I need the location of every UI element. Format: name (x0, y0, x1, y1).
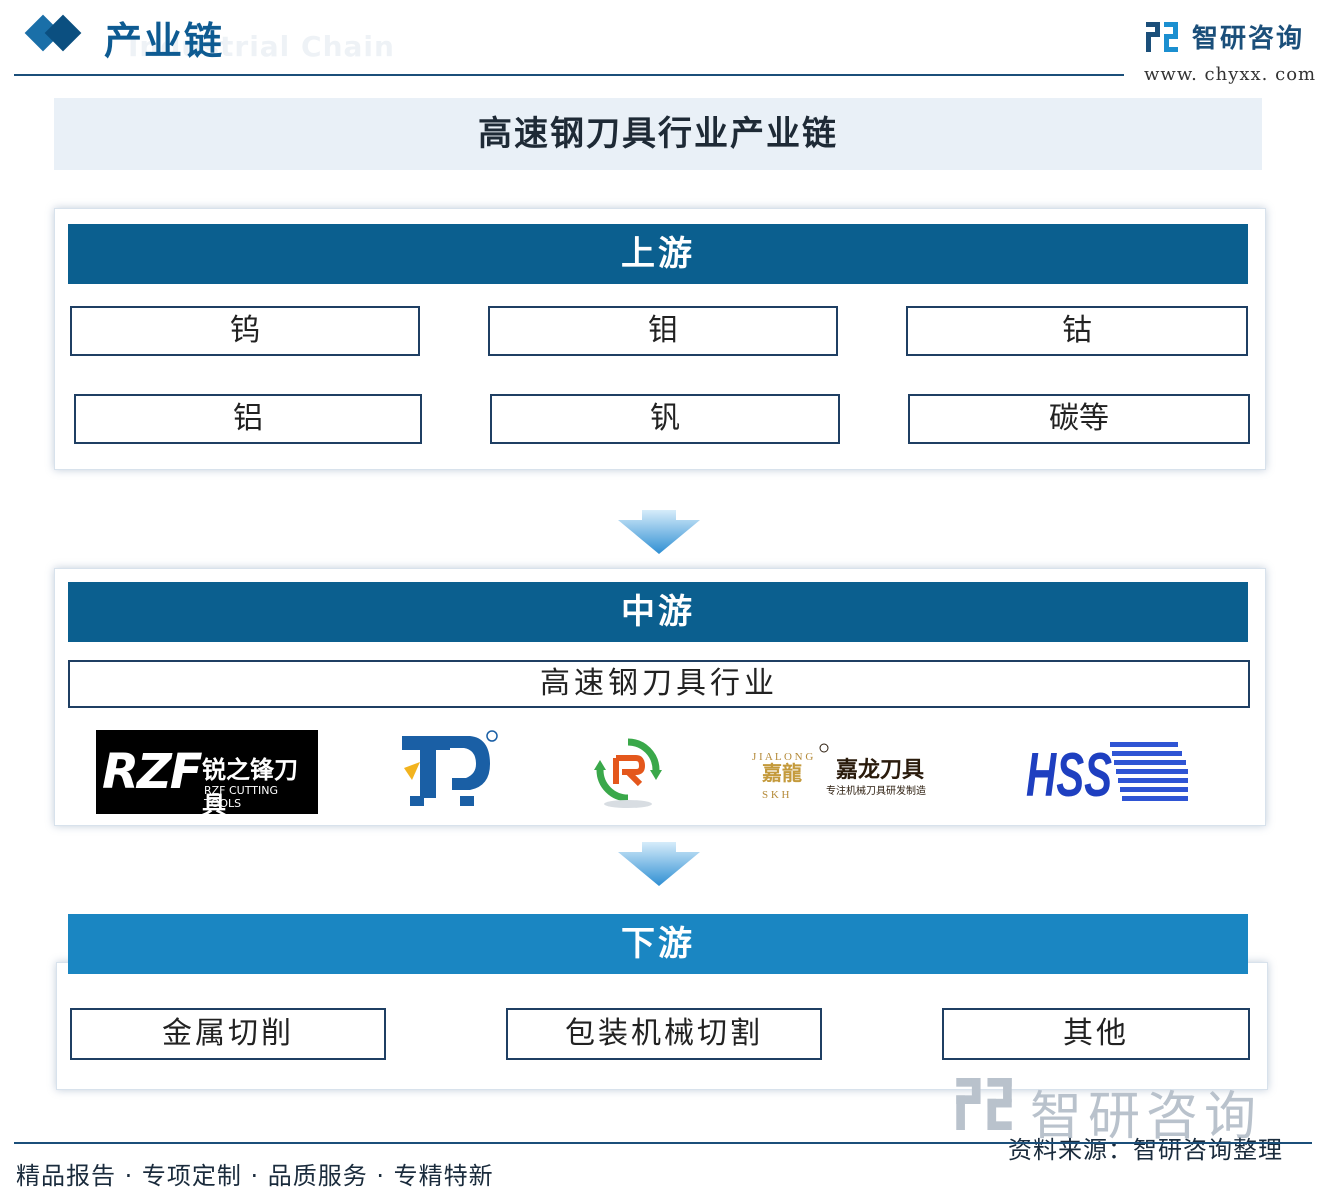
brand-name: 智研咨询 (1192, 24, 1305, 54)
downstream-band: 下游 (68, 914, 1248, 974)
diagram-title: 高速钢刀具行业产业链 (54, 98, 1262, 170)
jialong-logo-icon: J I A L O N G 嘉龍 S K H (752, 743, 829, 801)
footer-divider (14, 1142, 1312, 1144)
hss-logo-icon: HSS (1026, 741, 1188, 802)
downstream-item: 包装机械切割 (506, 1008, 822, 1060)
upstream-item: 钼 (488, 306, 838, 356)
brand-url[interactable]: www. chyxx. com (1144, 64, 1316, 85)
rzf-logo-text: RZF (102, 744, 203, 800)
upstream-item: 钴 (906, 306, 1248, 356)
downstream-item: 金属切削 (70, 1008, 386, 1060)
footer-slogan: 精品报告 · 专项定制 · 品质服务 · 专精特新 (16, 1162, 494, 1190)
hss-logo-text: HSS (1026, 741, 1112, 802)
svg-text:J I A L O N G: J I A L O N G (752, 751, 813, 763)
jindong-logo-icon (402, 730, 498, 806)
jialong-logo-subtext: 专注机械刀具研发制造 (826, 786, 926, 797)
midstream-industry: 高速钢刀具行业 (68, 660, 1250, 708)
down-arrow-icon (618, 510, 700, 554)
upstream-item: 铝 (74, 394, 422, 444)
source-note: 资料来源：智研咨询整理 (1008, 1136, 1283, 1164)
jialong-logo-text: 嘉龙刀具 (836, 758, 925, 783)
svg-text:S K H: S K H (762, 789, 790, 801)
midstream-band: 中游 (68, 582, 1248, 642)
down-arrow-icon (618, 842, 700, 886)
recycle-arrows-logo-icon (594, 738, 662, 808)
upstream-item: 钨 (70, 306, 420, 356)
header-title: 产业链 (104, 19, 225, 63)
upstream-item: 碳等 (908, 394, 1250, 444)
svg-text:嘉龍: 嘉龍 (761, 761, 802, 785)
upstream-band: 上游 (68, 224, 1248, 284)
brand-logo-icon (1146, 22, 1178, 52)
header-diamond-icon (44, 14, 82, 52)
downstream-item: 其他 (942, 1008, 1250, 1060)
upstream-item: 钒 (490, 394, 840, 444)
rzf-logo-icon: RZF 锐之锋刀具 RZF CUTTING TOOLS (96, 730, 318, 819)
rzf-logo-en: RZF CUTTING TOOLS (204, 784, 278, 810)
watermark-logo-icon (956, 1078, 1012, 1130)
header-divider (14, 74, 1124, 76)
